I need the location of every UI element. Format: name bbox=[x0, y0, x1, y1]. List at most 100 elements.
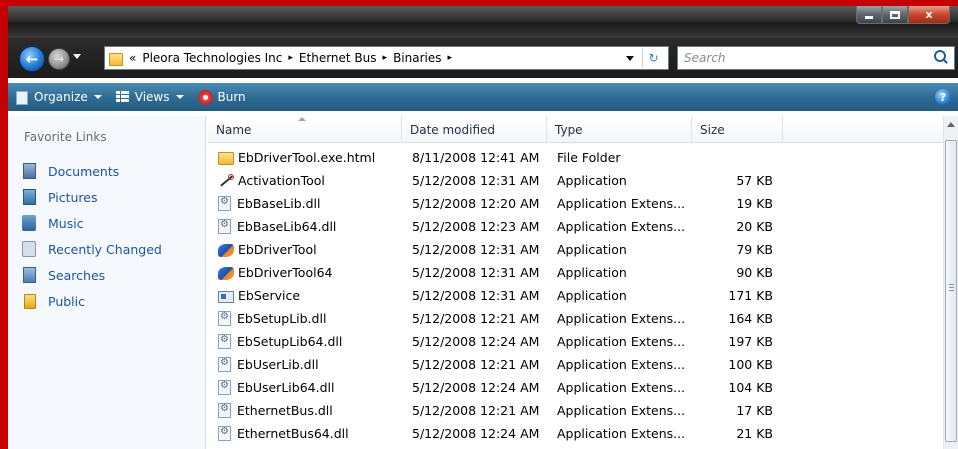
table-row[interactable]: ActivationTool 5/12/2008 12:31 AM Applicat… bbox=[208, 169, 943, 192]
burn-button[interactable]: Burn bbox=[191, 83, 253, 111]
table-row[interactable]: EbUserLib64.dll 5/12/2008 12:24 AM Applica… bbox=[208, 376, 943, 399]
cell-name[interactable]: EthernetBus64.dll bbox=[208, 426, 402, 441]
cell-name[interactable]: EbSetupLib64.dll bbox=[208, 334, 402, 349]
nav-item-label: Pictures bbox=[48, 189, 98, 205]
cell-date-modified: 5/12/2008 12:31 AM bbox=[412, 265, 540, 280]
column-header-size[interactable]: Size bbox=[692, 116, 783, 143]
file-name: EbUserLib64.dll bbox=[237, 380, 335, 395]
cell-type: Application Extens... bbox=[557, 196, 686, 211]
table-row[interactable]: EthernetBus.dll 5/12/2008 12:21 AM Applica… bbox=[208, 399, 943, 422]
breadcrumb-item-ethernet-bus[interactable]: Ethernet Bus bbox=[299, 51, 377, 65]
file-name: EbDriverTool.exe.html bbox=[238, 150, 376, 165]
table-row[interactable]: EbService 5/12/2008 12:31 AM Application 17… bbox=[208, 284, 943, 307]
nav-item-pictures[interactable]: Pictures bbox=[22, 184, 162, 210]
breadcrumb-overflow[interactable]: « bbox=[129, 51, 136, 65]
cell-name[interactable]: ActivationTool bbox=[208, 173, 402, 189]
file-rows: EbDriverTool.exe.html 8/11/2008 12:41 AM F… bbox=[208, 146, 943, 445]
activation-tool-icon bbox=[218, 173, 234, 189]
minimize-button[interactable] bbox=[856, 6, 882, 24]
cell-name[interactable]: EthernetBus.dll bbox=[208, 403, 402, 418]
cell-name[interactable]: EbSetupLib.dll bbox=[208, 311, 402, 326]
cell-date-modified: 5/12/2008 12:23 AM bbox=[412, 219, 540, 234]
cell-size: 57 KB bbox=[736, 173, 773, 188]
cell-name[interactable]: EbDriverTool64 bbox=[208, 265, 402, 280]
favorite-links-heading: Favorite Links bbox=[24, 130, 107, 144]
cell-type: Application bbox=[557, 288, 627, 303]
maximize-button[interactable] bbox=[882, 6, 908, 24]
cell-type: Application bbox=[557, 242, 627, 257]
cell-date-modified: 5/12/2008 12:21 AM bbox=[412, 403, 540, 418]
table-row[interactable]: EbSetupLib64.dll 5/12/2008 12:24 AM Applic… bbox=[208, 330, 943, 353]
nav-item-label: Searches bbox=[48, 267, 106, 283]
cell-date-modified: 8/11/2008 12:41 AM bbox=[412, 150, 540, 165]
cell-type: Application Extens... bbox=[557, 334, 686, 349]
cell-type: Application Extens... bbox=[557, 403, 686, 418]
cell-name[interactable]: EbService bbox=[208, 288, 402, 303]
file-name: EbSetupLib64.dll bbox=[237, 334, 343, 349]
breadcrumb-separator-icon[interactable]: ▸ bbox=[448, 53, 453, 63]
file-name: EbService bbox=[238, 288, 301, 303]
table-row[interactable]: EthernetBus64.dll 5/12/2008 12:24 AM Appli… bbox=[208, 422, 943, 445]
scrollbar-thumb[interactable] bbox=[945, 140, 957, 442]
cell-size: 79 KB bbox=[736, 242, 773, 257]
column-header-name[interactable]: Name bbox=[208, 116, 402, 143]
table-row[interactable]: EbDriverTool 5/12/2008 12:31 AM Applicatio… bbox=[208, 238, 943, 261]
red-highlight-border-left bbox=[0, 0, 8, 449]
search-input[interactable]: Search bbox=[678, 51, 932, 65]
column-header-label: Date modified bbox=[410, 122, 496, 137]
organize-icon bbox=[15, 90, 29, 105]
search-box[interactable]: Search bbox=[677, 46, 955, 70]
dll-file-icon bbox=[218, 196, 231, 211]
back-button[interactable]: ← bbox=[19, 46, 45, 72]
scroll-up-icon[interactable] bbox=[947, 122, 955, 127]
address-bar[interactable]: « Pleora Technologies Inc ▸ Ethernet Bus… bbox=[104, 46, 669, 70]
organize-button[interactable]: Organize bbox=[8, 83, 109, 111]
file-name: EthernetBus64.dll bbox=[237, 426, 349, 441]
nav-item-public[interactable]: Public bbox=[22, 288, 162, 314]
recent-pages-dropdown-icon[interactable] bbox=[73, 54, 81, 59]
table-row[interactable]: EbBaseLib.dll 5/12/2008 12:20 AM Applicati… bbox=[208, 192, 943, 215]
column-header-date-modified[interactable]: Date modified bbox=[402, 116, 547, 143]
close-button[interactable]: x bbox=[908, 6, 950, 24]
favorite-links-list: Documents Pictures Music Recently Change… bbox=[22, 158, 162, 314]
music-icon bbox=[22, 215, 36, 231]
cell-date-modified: 5/12/2008 12:24 AM bbox=[412, 380, 540, 395]
vertical-scrollbar[interactable] bbox=[943, 116, 958, 449]
forward-button[interactable]: → bbox=[48, 48, 70, 70]
cell-size: 104 KB bbox=[728, 380, 773, 395]
table-row[interactable]: EbUserLib.dll 5/12/2008 12:21 AM Applicati… bbox=[208, 353, 943, 376]
cell-name[interactable]: EbBaseLib.dll bbox=[208, 196, 402, 211]
breadcrumb-item-binaries[interactable]: Binaries bbox=[393, 51, 441, 65]
column-header-type[interactable]: Type bbox=[547, 116, 692, 143]
burn-label: Burn bbox=[217, 90, 246, 104]
breadcrumb-separator-icon[interactable]: ▸ bbox=[288, 53, 293, 63]
help-icon[interactable]: ? bbox=[935, 89, 951, 105]
table-row[interactable]: EbDriverTool.exe.html 8/11/2008 12:41 AM F… bbox=[208, 146, 943, 169]
table-row[interactable]: EbSetupLib.dll 5/12/2008 12:21 AM Applicat… bbox=[208, 307, 943, 330]
views-button[interactable]: Views bbox=[109, 83, 191, 111]
refresh-button[interactable]: ↻ bbox=[642, 49, 664, 67]
cell-date-modified: 5/12/2008 12:31 AM bbox=[412, 173, 540, 188]
breadcrumb-item-pleora[interactable]: Pleora Technologies Inc bbox=[142, 51, 282, 65]
cell-size: 164 KB bbox=[728, 311, 773, 326]
cell-name[interactable]: EbDriverTool.exe.html bbox=[208, 150, 402, 165]
cell-name[interactable]: EbUserLib.dll bbox=[208, 357, 402, 372]
caption-buttons: x bbox=[856, 6, 950, 26]
cell-size: 171 KB bbox=[728, 288, 773, 303]
dll-file-icon bbox=[218, 426, 231, 441]
title-bar[interactable]: x bbox=[8, 6, 958, 38]
nav-item-music[interactable]: Music bbox=[22, 210, 162, 236]
cell-name[interactable]: EbUserLib64.dll bbox=[208, 380, 402, 395]
nav-item-searches[interactable]: Searches bbox=[22, 262, 162, 288]
cell-name[interactable]: EbDriverTool bbox=[208, 242, 402, 257]
nav-item-recently-changed[interactable]: Recently Changed bbox=[22, 236, 162, 262]
table-row[interactable]: EbBaseLib64.dll 5/12/2008 12:23 AM Applica… bbox=[208, 215, 943, 238]
cell-name[interactable]: EbBaseLib64.dll bbox=[208, 219, 402, 234]
table-row[interactable]: EbDriverTool64 5/12/2008 12:31 AM Applicat… bbox=[208, 261, 943, 284]
breadcrumb-separator-icon[interactable]: ▸ bbox=[383, 53, 388, 63]
cell-date-modified: 5/12/2008 12:20 AM bbox=[412, 196, 540, 211]
nav-item-documents[interactable]: Documents bbox=[22, 158, 162, 184]
cell-type: Application bbox=[557, 173, 627, 188]
search-icon[interactable] bbox=[932, 49, 950, 67]
address-history-dropdown-icon[interactable] bbox=[626, 56, 634, 61]
